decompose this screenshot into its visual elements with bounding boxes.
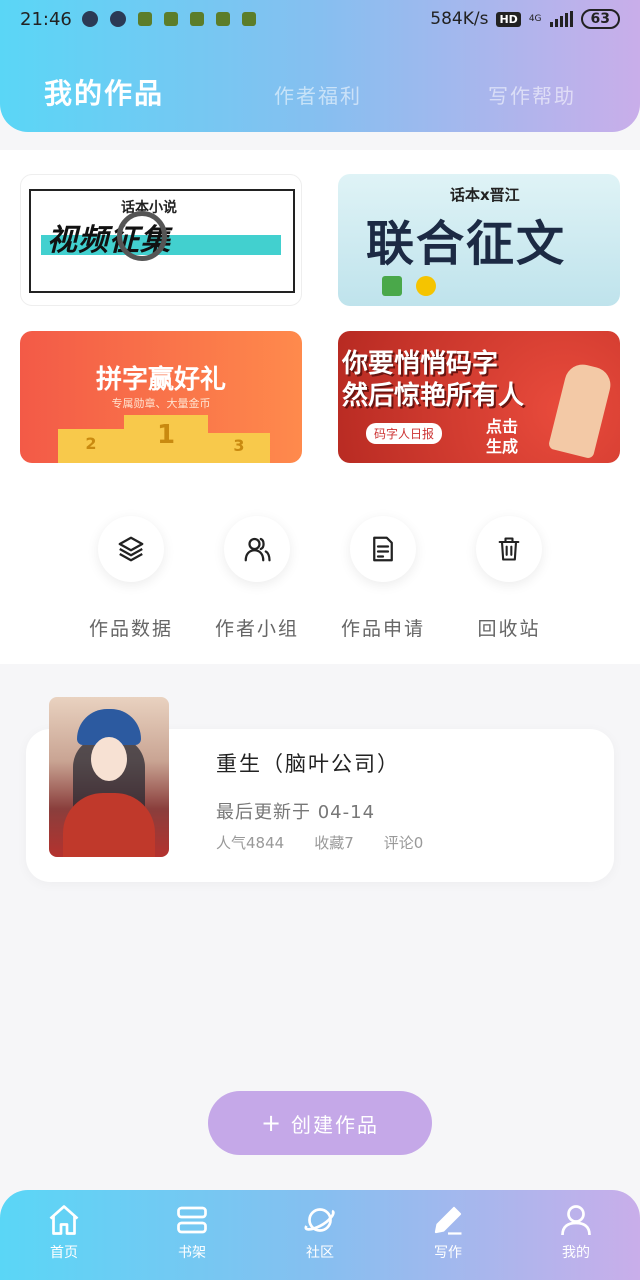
- nav-mine[interactable]: 我的: [536, 1202, 616, 1262]
- banner-title-line2: 然后惊艳所有人: [342, 381, 525, 411]
- action-label: 作品申请: [340, 618, 425, 640]
- podium-first: 1: [124, 415, 208, 463]
- podium-third: 3: [208, 433, 270, 463]
- quick-actions: 作品数据 作者小组 作品申请 回收站: [0, 464, 640, 664]
- hd-badge: HD: [496, 11, 521, 27]
- net-speed: 584K/s: [430, 9, 489, 29]
- chat-icon: [109, 11, 126, 27]
- nav-bookshelf[interactable]: 书架: [152, 1202, 232, 1262]
- action-label: 作品数据: [88, 618, 173, 640]
- home-icon: [49, 1205, 79, 1235]
- work-favorites: 收藏7: [314, 834, 354, 852]
- banner-subtitle: 专属勋章、大量金币: [111, 397, 211, 410]
- action-label: 作者小组: [214, 618, 299, 640]
- nav-writing[interactable]: 写作: [408, 1202, 488, 1262]
- cover-robe: [63, 793, 155, 857]
- fist-icon: [547, 360, 615, 460]
- huaben-logo-icon: [416, 276, 436, 296]
- nav-label: 首页: [50, 1245, 78, 1261]
- jinjiang-logo-icon: [382, 276, 402, 296]
- banner-subtitle: 话本x晋江: [450, 186, 520, 204]
- trash-icon: [476, 516, 542, 582]
- nav-community[interactable]: 社区: [280, 1202, 360, 1262]
- banner-typing-rewards[interactable]: 拼字赢好礼 专属勋章、大量金币 2 1 3: [20, 331, 302, 463]
- tab-author-benefits[interactable]: 作者福利: [274, 80, 362, 109]
- nav-label: 社区: [306, 1245, 334, 1261]
- work-stats: 人气4844 收藏7 评论0: [216, 832, 423, 853]
- user-icon: [561, 1205, 591, 1236]
- signal-icon: [549, 11, 573, 27]
- work-title[interactable]: 重生（脑叶公司）: [216, 748, 400, 778]
- top-tabs: 我的作品 作者福利 写作帮助: [0, 60, 640, 120]
- status-bar: 21:46 584K/s HD 4G 63: [0, 0, 640, 38]
- document-icon: [350, 516, 416, 582]
- tab-my-works[interactable]: 我的作品: [44, 72, 164, 112]
- action-recycle-bin[interactable]: 回收站: [444, 516, 574, 641]
- app-icon: [215, 12, 230, 26]
- banner-title: 拼字赢好礼: [95, 365, 226, 395]
- app-icon: [241, 12, 256, 26]
- header: 21:46 584K/s HD 4G 63 我的作品 作者福利 写作帮助: [0, 0, 640, 132]
- app-icon: [137, 12, 152, 26]
- chat-icon: [81, 11, 98, 27]
- bottom-nav: 首页 书架 社区 写作 我的: [0, 1190, 640, 1280]
- status-time: 21:46: [20, 8, 72, 30]
- notification-icons: [81, 11, 256, 27]
- app-icon: [189, 12, 204, 26]
- action-label: 回收站: [477, 618, 541, 640]
- nav-label: 我的: [562, 1245, 590, 1261]
- podium-second: 2: [58, 429, 124, 463]
- work-comments: 评论0: [383, 834, 424, 852]
- layers-icon: [98, 516, 164, 582]
- nav-label: 书架: [178, 1245, 206, 1261]
- tab-writing-help[interactable]: 写作帮助: [488, 80, 576, 109]
- action-work-data[interactable]: 作品数据: [66, 516, 196, 641]
- cover-face: [91, 737, 127, 781]
- nav-label: 写作: [434, 1245, 462, 1261]
- users-icon: [224, 516, 290, 582]
- bookshelf-icon: [177, 1206, 207, 1234]
- banner-daily-report[interactable]: 你要悄悄码字 然后惊艳所有人 码字人日报 点击 生成: [338, 331, 620, 463]
- action-author-group[interactable]: 作者小组: [192, 516, 322, 641]
- app-icon: [163, 12, 178, 26]
- magnifier-icon: [117, 211, 167, 261]
- work-popularity: 人气4844: [216, 834, 285, 852]
- banner-daily-tag: 码字人日报: [366, 423, 443, 444]
- plus-icon: +: [260, 1109, 284, 1137]
- create-work-button[interactable]: + 创建作品: [208, 1091, 432, 1155]
- banner-click-text: 点击 生成: [486, 417, 519, 456]
- banner-joint-contest[interactable]: 话本x晋江 联合征文: [338, 174, 620, 306]
- network-type: 4G: [528, 13, 542, 24]
- nav-home[interactable]: 首页: [24, 1202, 104, 1262]
- battery-indicator: 63: [580, 9, 620, 29]
- work-updated: 最后更新于 04-14: [216, 802, 376, 823]
- banner-title: 联合征文: [366, 216, 567, 272]
- banner-video-collection[interactable]: 话本小说 视频征集: [20, 174, 302, 306]
- work-cover-image[interactable]: [49, 697, 169, 857]
- pen-icon: [434, 1206, 462, 1235]
- create-work-label: 创建作品: [291, 1112, 380, 1137]
- planet-icon: [304, 1208, 335, 1232]
- action-work-application[interactable]: 作品申请: [318, 516, 448, 641]
- banner-grid: 话本小说 视频征集 话本x晋江 联合征文 拼字赢好礼 专属勋章、大量金币 2 1…: [0, 150, 640, 464]
